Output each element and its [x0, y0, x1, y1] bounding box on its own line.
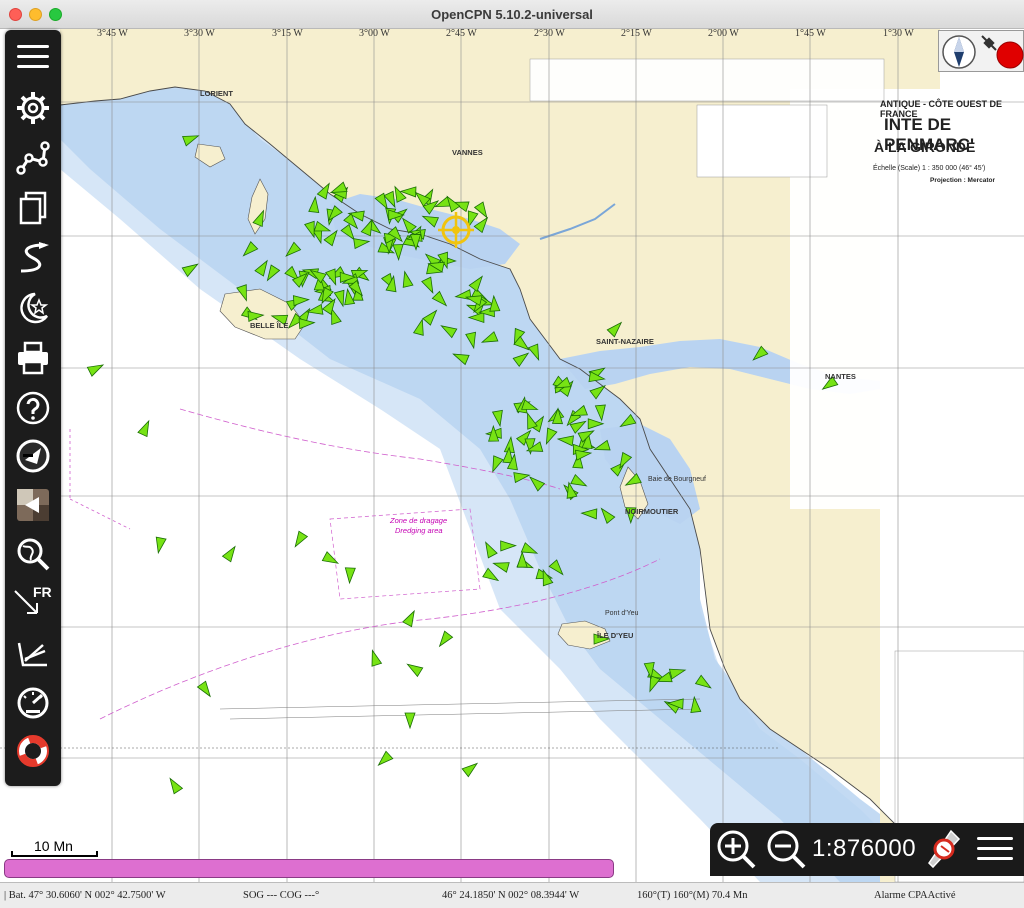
title-bar: OpenCPN 5.10.2-universal — [0, 0, 1024, 29]
chart-title-sub: À LA GIRONDE — [874, 139, 976, 155]
layers-button[interactable] — [11, 485, 55, 525]
documents-icon — [19, 191, 47, 225]
zoom-panel: 1:876000 — [710, 823, 1024, 876]
anchor-lines-icon — [17, 642, 47, 667]
sog-cog: SOG --- COG ---° — [243, 890, 320, 901]
cursor-position: 46° 24.1850' N 002° 08.3944' W — [442, 890, 580, 901]
main-toolbar: FR — [5, 30, 61, 786]
bearing-distance: 160°(T) 160°(M) 70.4 Mn — [637, 890, 748, 901]
place-saint-nazaire: SAINT-NAZAIRE — [596, 337, 654, 346]
label-dredging-fr: Zone de dragage — [390, 516, 448, 525]
lifebuoy-icon — [17, 735, 49, 767]
alarm-status: Alarme CPAActivé — [874, 890, 956, 901]
chart-bar[interactable] — [4, 859, 614, 878]
language-button[interactable]: FR — [11, 583, 55, 623]
place-lorient: LORIENT — [200, 89, 233, 98]
compass-widget[interactable] — [938, 30, 1024, 72]
longitude-label: 3°15 W — [272, 29, 303, 39]
man-overboard-button[interactable] — [11, 731, 55, 771]
hamburger-icon — [17, 45, 49, 68]
dashboard-button[interactable] — [11, 682, 55, 722]
longitude-label: 1°30 W — [883, 29, 914, 39]
place-ile-yeu: ÎLE D'YEU — [597, 631, 634, 640]
menu-button[interactable] — [11, 37, 55, 77]
nautical-chart[interactable] — [0, 29, 1024, 882]
zoom-in-button[interactable] — [713, 826, 759, 872]
longitude-label: 2°15 W — [621, 29, 652, 39]
place-vannes: VANNES — [452, 148, 483, 157]
status-bar: | Bat. 47° 30.6060' N 002° 42.7500' W SO… — [0, 882, 1024, 908]
tide-table — [529, 58, 885, 102]
longitude-label: 1°45 W — [795, 29, 826, 39]
help-icon — [16, 391, 50, 425]
route-button[interactable] — [11, 138, 55, 178]
hamburger-icon — [977, 837, 1013, 860]
gear-icon — [17, 92, 49, 124]
ais-button[interactable] — [11, 436, 55, 476]
settings-button[interactable] — [11, 88, 55, 128]
longitude-label: 2°00 W — [708, 29, 739, 39]
help-button[interactable] — [11, 388, 55, 428]
print-button[interactable] — [11, 338, 55, 378]
chart-canvas[interactable]: 3°45 W 3°30 W 3°15 W 3°00 W 2°45 W 2°30 W 2°15… — [0, 29, 1024, 882]
track-icon — [20, 242, 49, 273]
globe-search-icon — [17, 538, 50, 571]
layers-icon — [17, 489, 49, 521]
longitude-label: 3°00 W — [359, 29, 390, 39]
moon-star-icon — [20, 292, 49, 324]
chart-quilt-button[interactable] — [920, 826, 966, 872]
place-noirmoutier: NOIRMOUTIER — [625, 507, 679, 516]
printer-icon — [18, 341, 48, 375]
boat-compass-icon — [928, 829, 961, 869]
satellite-icon — [981, 35, 997, 51]
language-label: FR — [33, 584, 52, 600]
gauge-icon — [17, 687, 49, 719]
place-nantes: NANTES — [825, 372, 856, 381]
scale-bar: 10 Mn — [11, 838, 99, 858]
height-table — [696, 104, 828, 178]
zoom-in-icon — [717, 830, 756, 869]
tides-currents-button[interactable] — [11, 288, 55, 328]
chart-projection-note: Projection : Mercator — [930, 177, 996, 184]
longitude-label: 3°45 W — [97, 29, 128, 39]
place-belle-ile: BELLE ÎLE — [250, 321, 289, 330]
label-dredging-en: Dredging area — [395, 526, 443, 535]
track-button[interactable] — [11, 238, 55, 278]
anchor-watch-button[interactable] — [11, 633, 55, 673]
route-icon — [16, 141, 50, 175]
zoom-out-button[interactable] — [763, 826, 809, 872]
scale-bar-label: 10 Mn — [34, 838, 73, 854]
zoom-menu-button[interactable] — [972, 826, 1018, 872]
gps-status-icon — [996, 41, 1024, 69]
ais-icon — [16, 439, 50, 473]
longitude-label: 2°30 W — [534, 29, 565, 39]
longitude-label: 2°45 W — [446, 29, 477, 39]
route-manager-button[interactable] — [11, 188, 55, 228]
chart-scale-note: Échelle (Scale) 1 : 350 000 (46° 45') — [873, 165, 986, 172]
boat-position: | Bat. 47° 30.6060' N 002° 42.7500' W — [4, 890, 166, 901]
place-baie-bourgneuf: Baie de Bourgneuf — [648, 476, 706, 483]
place-pont-yeu: Pont d'Yeu — [605, 610, 639, 617]
window-title: OpenCPN 5.10.2-universal — [431, 7, 593, 22]
chart-scale-readout[interactable]: 1:876000 — [812, 835, 916, 863]
longitude-label: 3°30 W — [184, 29, 215, 39]
zoom-out-icon — [767, 830, 806, 869]
north-up-compass-icon[interactable] — [942, 35, 976, 69]
find-button[interactable] — [11, 534, 55, 574]
